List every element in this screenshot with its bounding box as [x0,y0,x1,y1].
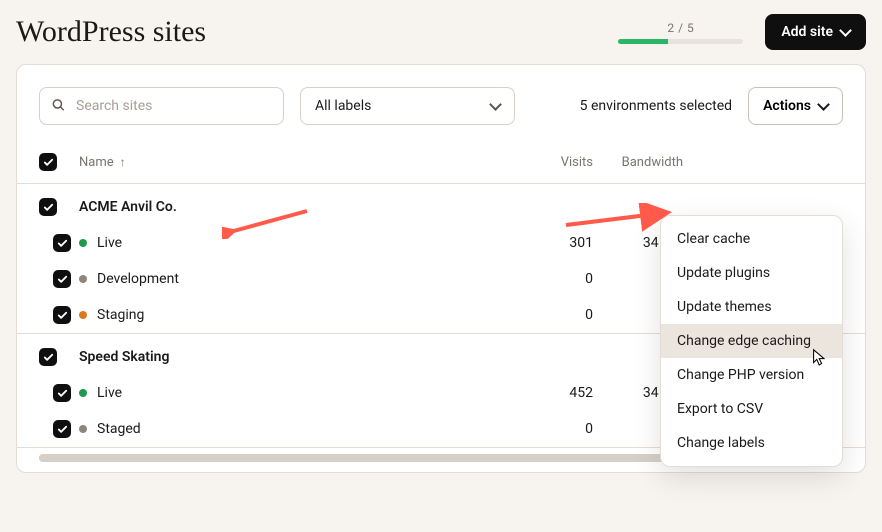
page-title: WordPress sites [16,15,206,49]
col-name-header[interactable]: Name [79,155,114,170]
status-dot [79,239,87,247]
chevron-down-icon [489,98,502,111]
actions-button[interactable]: Actions [748,87,843,125]
quota-label: 2 / 5 [667,21,694,35]
cursor-icon [812,348,828,366]
menu-item-update-themes[interactable]: Update themes [661,290,842,324]
labels-filter[interactable]: All labels [300,87,515,125]
site-name: ACME Anvil Co. [79,199,523,215]
row-checkbox[interactable] [53,306,71,324]
selection-count: 5 environments selected [580,98,732,114]
env-name: Staging [97,307,144,323]
site-name: Speed Skating [79,349,523,365]
env-name: Development [97,271,179,287]
select-all-checkbox[interactable] [39,153,57,171]
row-checkbox[interactable] [53,270,71,288]
scrollbar-thumb[interactable] [39,454,730,462]
quota-bar [618,39,743,44]
add-site-button[interactable]: Add site [765,14,866,50]
status-dot [79,311,87,319]
menu-item-change-labels[interactable]: Change labels [661,426,842,460]
env-name: Staged [97,421,141,437]
col-visits-header[interactable]: Visits [523,155,593,170]
env-visits: 452 [523,385,593,401]
col-bandwidth-header[interactable]: Bandwidth [593,155,683,170]
sort-asc-icon: ↑ [120,155,126,169]
chevron-down-icon [839,24,852,37]
chevron-down-icon [817,98,830,111]
site-quota: 2 / 5 [618,21,743,44]
env-visits: 0 [523,271,593,287]
env-visits: 301 [523,235,593,251]
env-visits: 0 [523,307,593,323]
env-visits: 0 [523,421,593,437]
menu-item-clear-cache[interactable]: Clear cache [661,222,842,256]
row-checkbox[interactable] [53,420,71,438]
status-dot [79,425,87,433]
status-dot [79,275,87,283]
env-name: Live [97,235,122,251]
row-checkbox[interactable] [39,198,57,216]
env-name: Live [97,385,122,401]
actions-label: Actions [763,98,811,114]
add-site-label: Add site [781,24,833,40]
menu-item-update-plugins[interactable]: Update plugins [661,256,842,290]
row-checkbox[interactable] [39,348,57,366]
row-checkbox[interactable] [53,384,71,402]
actions-menu: Clear cacheUpdate pluginsUpdate themes Ch… [660,215,843,467]
labels-filter-label: All labels [315,98,371,114]
sites-card: All labels 5 environments selected Actio… [16,64,866,473]
status-dot [79,389,87,397]
search-input[interactable] [39,87,284,125]
menu-item-export-to-csv[interactable]: Export to CSV [661,392,842,426]
search-icon [51,97,65,116]
row-checkbox[interactable] [53,234,71,252]
